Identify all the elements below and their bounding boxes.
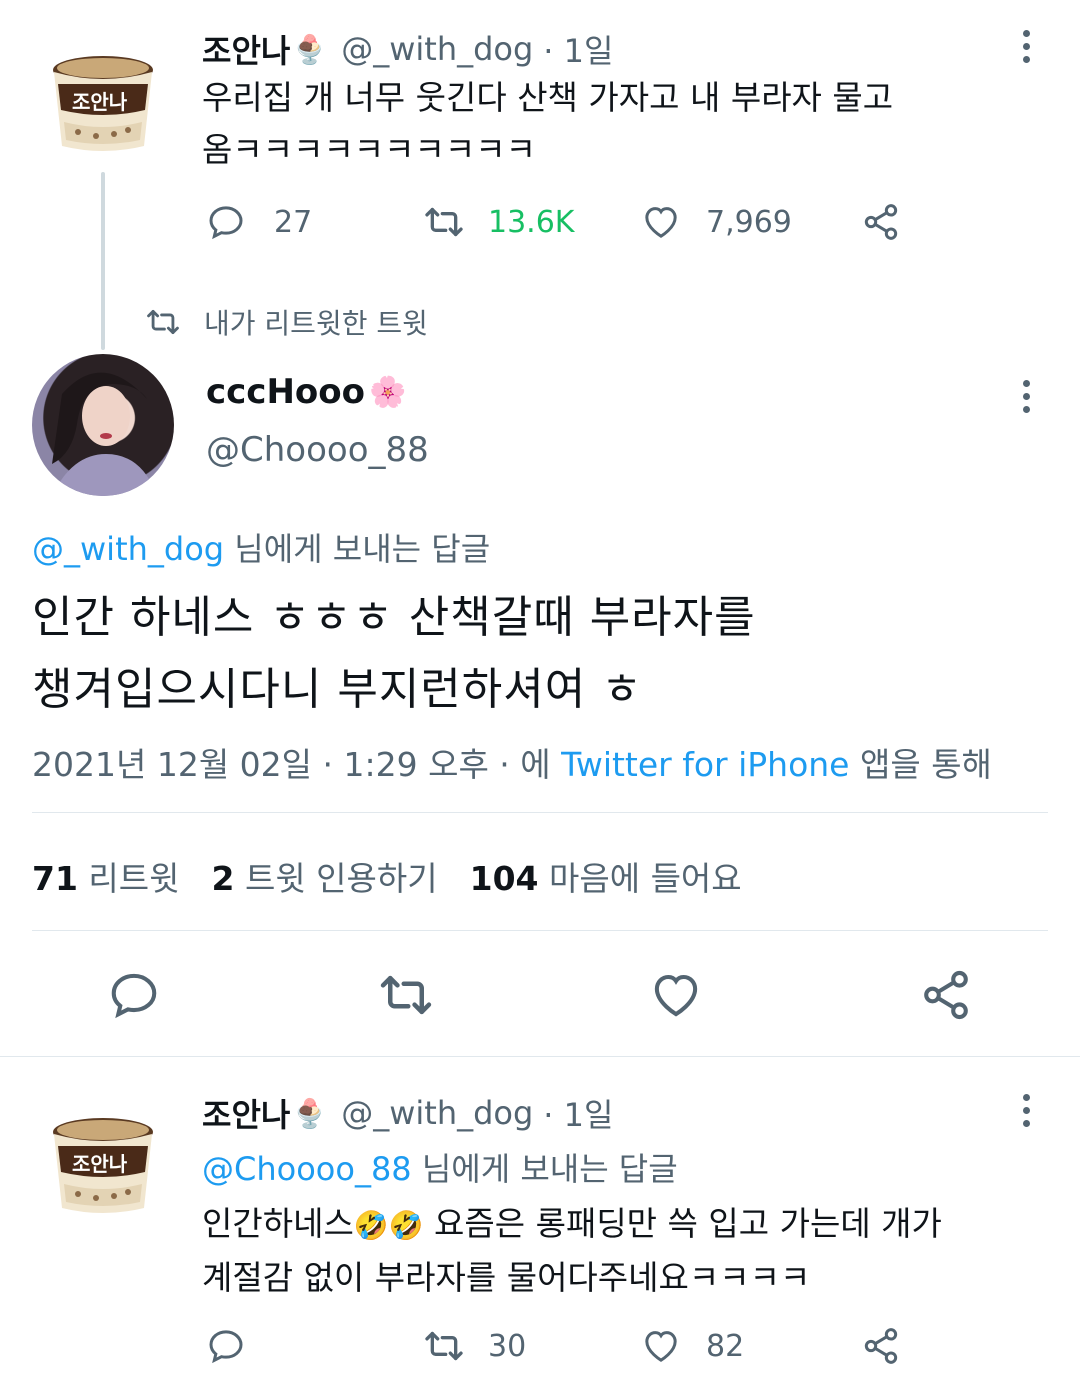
divider	[32, 812, 1048, 813]
retweet-icon	[376, 968, 436, 1022]
tweet-2: cccHooo 🌸 @Choooo_88 @_with_dog 님에게 보내는 …	[0, 350, 1080, 1055]
handle[interactable]: @_with_dog	[341, 30, 533, 68]
like-button[interactable]	[648, 968, 704, 1022]
source-link[interactable]: Twitter for iPhone	[561, 745, 849, 784]
retweet-button[interactable]	[376, 968, 436, 1022]
tweet-text: 인간 하네스 ㅎㅎㅎ 산책갈때 부라자를 챙겨입으시다니 부지런하셔여 ㅎ	[32, 592, 756, 715]
source-suffix: 앱을 통해	[849, 745, 992, 784]
retweet-icon	[146, 305, 180, 339]
reply-context: @_with_dog 님에게 보내는 답글	[32, 524, 490, 570]
reply-icon	[206, 202, 246, 242]
tweet-text: 인간하네스🤣🤣 요즘은 롱패딩만 쓱 입고 가는데 개가 계절감 없이 부라자를…	[202, 1204, 942, 1297]
reply-to-suffix: 님에게 보내는 답글	[411, 1150, 678, 1188]
retweet-button[interactable]: 30	[422, 1326, 526, 1366]
handle[interactable]: @_with_dog	[341, 1094, 533, 1132]
retweets-number: 71	[32, 859, 78, 898]
retweet-icon	[422, 1326, 466, 1366]
thread-line	[101, 172, 105, 350]
avatar[interactable]: 조안나	[48, 48, 158, 158]
timestamp[interactable]: · 1일	[543, 26, 613, 72]
timestamp[interactable]: · 1일	[543, 1090, 613, 1136]
cherry-blossom-emoji-icon: 🌸	[369, 374, 407, 410]
like-button[interactable]: 7,969	[640, 202, 792, 242]
reply-count: 27	[274, 204, 313, 240]
retweet-count: 30	[488, 1328, 527, 1364]
retweets-stat[interactable]: 71 리트윗	[32, 852, 180, 900]
retweets-label: 리트윗	[77, 859, 180, 898]
tweet-meta: 2021년 12월 02일 · 1:29 오후 · 에 Twitter for …	[32, 738, 992, 786]
handle[interactable]: @Choooo_88	[206, 430, 429, 470]
more-icon[interactable]	[1023, 1094, 1031, 1133]
retweet-count: 13.6K	[488, 204, 575, 240]
avatar[interactable]: 조안나	[48, 1110, 158, 1220]
quotes-stat[interactable]: 2 트윗 인용하기	[212, 852, 438, 900]
reply-icon	[106, 968, 162, 1022]
tweet-header: 조안나 🍨 @_with_dog · 1일	[202, 1090, 613, 1136]
share-icon	[918, 968, 974, 1022]
like-count: 7,969	[706, 204, 792, 240]
retweet-context: 내가 리트윗한 트윗	[146, 302, 428, 342]
reply-to-handle[interactable]: @_with_dog	[32, 530, 224, 568]
ice-cream-emoji-icon: 🍨	[292, 1096, 328, 1130]
avatar-label: 조안나	[72, 90, 128, 114]
share-button[interactable]	[860, 202, 902, 242]
reply-button[interactable]: 27	[206, 202, 312, 242]
like-count: 82	[706, 1328, 745, 1364]
reply-context: @Choooo_88 님에게 보내는 답글	[202, 1144, 678, 1190]
display-name[interactable]: 조안나	[202, 1090, 290, 1136]
tweet-1[interactable]: 조안나 조안나 🍨 @_with_dog · 1일 우리집 개 너무 웃긴다 산…	[0, 0, 1080, 350]
more-icon[interactable]	[1023, 30, 1031, 69]
divider	[32, 930, 1048, 931]
user-info: cccHooo 🌸 @Choooo_88	[206, 372, 429, 470]
likes-number: 104	[469, 859, 539, 898]
reply-to-handle[interactable]: @Choooo_88	[202, 1150, 412, 1188]
reply-button[interactable]	[206, 1326, 246, 1366]
share-icon	[860, 1326, 902, 1366]
like-icon	[648, 968, 704, 1022]
retweet-icon	[422, 202, 466, 242]
display-name[interactable]: 조안나	[202, 26, 290, 72]
reply-button[interactable]	[106, 968, 162, 1022]
divider	[0, 1056, 1080, 1057]
reply-to-suffix: 님에게 보내는 답글	[224, 530, 491, 568]
profile-photo-icon	[52, 372, 157, 496]
reply-icon	[206, 1326, 246, 1366]
likes-stat[interactable]: 104 마음에 들어요	[470, 852, 742, 900]
display-name[interactable]: cccHooo	[206, 372, 365, 412]
avatar[interactable]	[32, 354, 174, 496]
tweet-header: 조안나 🍨 @_with_dog · 1일	[202, 26, 613, 72]
share-button[interactable]	[860, 1326, 902, 1366]
tweet-text: 우리집 개 너무 웃긴다 산책 가자고 내 부라자 물고 옴ㅋㅋㅋㅋㅋㅋㅋㅋㅋㅋ	[202, 78, 894, 169]
avatar-label: 조안나	[72, 1152, 128, 1176]
like-button[interactable]: 82	[640, 1326, 744, 1366]
more-icon[interactable]	[1023, 380, 1031, 419]
like-icon	[640, 1326, 682, 1366]
ice-cream-emoji-icon: 🍨	[292, 32, 328, 66]
tweet-3[interactable]: 조안나 조안나 🍨 @_with_dog · 1일 @Choooo_88 님에게…	[0, 1058, 1080, 1381]
likes-label: 마음에 들어요	[538, 859, 742, 898]
share-button[interactable]	[918, 968, 974, 1022]
laughing-emoji-icon: 🤣🤣	[353, 1209, 424, 1242]
quotes-label: 트윗 인용하기	[234, 859, 438, 898]
like-icon	[640, 202, 682, 242]
quotes-number: 2	[211, 859, 235, 898]
retweet-context-label: 내가 리트윗한 트윗	[204, 307, 428, 340]
tweet-stats: 71 리트윗 2 트윗 인용하기 104 마음에 들어요	[32, 852, 742, 900]
share-icon	[860, 202, 902, 242]
tweet-date[interactable]: 2021년 12월 02일 · 1:29 오후 · 에	[32, 745, 561, 784]
retweet-button[interactable]: 13.6K	[422, 202, 574, 242]
